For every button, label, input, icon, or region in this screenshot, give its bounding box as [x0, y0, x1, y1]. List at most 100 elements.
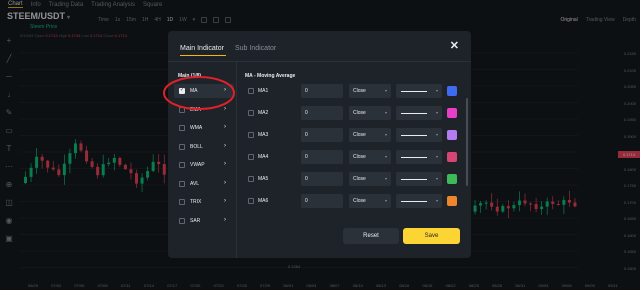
checkbox[interactable]	[248, 176, 254, 182]
line-style-preview	[401, 157, 427, 158]
chevron-down-icon: ▾	[384, 176, 387, 181]
color-swatch[interactable]	[447, 108, 457, 118]
indicator-list: Main (1/8) MA›EMA›WMA›BOLL›VWAP›AVL›TRIX…	[168, 62, 236, 258]
checkbox[interactable]	[248, 198, 254, 204]
ma-period-input[interactable]: 0	[301, 150, 343, 164]
ma-source-value: Close	[353, 110, 366, 116]
close-icon[interactable]: ✕	[450, 41, 459, 52]
color-swatch[interactable]	[447, 86, 457, 96]
chevron-down-icon: ▾	[435, 88, 438, 93]
ma-period-input[interactable]: 0	[301, 84, 343, 98]
line-style-select[interactable]: ▾	[396, 84, 442, 98]
indicator-item-vwap[interactable]: VWAP ›	[174, 158, 234, 172]
ma-period-input[interactable]: 0	[301, 194, 343, 208]
ma-source-select[interactable]: Close ▾	[349, 172, 391, 186]
chevron-down-icon: ▾	[435, 176, 438, 181]
chevron-right-icon: ›	[224, 179, 226, 186]
line-style-preview	[401, 113, 427, 114]
checkbox[interactable]	[179, 143, 185, 150]
ma-source-value: Close	[353, 132, 366, 138]
indicator-item-trix[interactable]: TRIX ›	[174, 195, 234, 209]
chevron-right-icon: ›	[224, 142, 226, 149]
chevron-right-icon: ›	[224, 87, 226, 93]
indicator-item-sar[interactable]: SAR ›	[174, 214, 234, 228]
tab-main-indicator[interactable]: Main Indicator	[180, 45, 224, 52]
ma-label: MA5	[258, 176, 269, 182]
ma-row-ma6: MA6 0 Close ▾ ▾	[245, 194, 459, 208]
line-style-select[interactable]: ▾	[396, 194, 442, 208]
ma-label: MA4	[258, 154, 269, 160]
indicator-item-wma[interactable]: WMA ›	[174, 121, 234, 135]
indicator-item-label: AVL	[190, 180, 200, 187]
checkbox[interactable]	[179, 106, 185, 113]
checkbox[interactable]	[248, 154, 254, 160]
ma-source-select[interactable]: Close ▾	[349, 128, 391, 142]
color-swatch[interactable]	[447, 174, 457, 184]
reset-button[interactable]: Reset	[343, 228, 399, 244]
ma-period-input[interactable]: 0	[301, 128, 343, 142]
checkbox[interactable]	[179, 180, 185, 187]
chevron-down-icon: ▾	[435, 110, 438, 115]
line-style-select[interactable]: ▾	[396, 128, 442, 142]
save-button[interactable]: Save	[403, 228, 460, 244]
chevron-right-icon: ›	[224, 105, 226, 112]
chevron-down-icon: ▾	[384, 198, 387, 203]
indicator-item-label: MA	[190, 88, 198, 94]
line-style-preview	[401, 179, 427, 180]
color-swatch[interactable]	[447, 130, 457, 140]
indicator-item-label: BOLL	[190, 143, 203, 150]
checkbox[interactable]	[248, 132, 254, 138]
ma-source-value: Close	[353, 154, 366, 160]
indicator-item-label: EMA	[190, 106, 201, 113]
indicator-item-boll[interactable]: BOLL ›	[174, 140, 234, 154]
checkbox[interactable]	[248, 88, 254, 94]
ma-source-select[interactable]: Close ▾	[349, 84, 391, 98]
color-swatch[interactable]	[447, 152, 457, 162]
chevron-down-icon: ▾	[435, 154, 438, 159]
checkbox[interactable]	[179, 162, 185, 168]
settings-scrollbar[interactable]	[466, 98, 468, 186]
ma-label: MA3	[258, 132, 269, 138]
chevron-down-icon: ▾	[384, 154, 387, 159]
indicator-list-heading: Main (1/8)	[178, 73, 202, 79]
checkbox[interactable]	[179, 217, 185, 224]
ma-source-select[interactable]: Close ▾	[349, 106, 391, 120]
ma-row-ma1: MA1 0 Close ▾ ▾	[245, 84, 459, 98]
line-style-select[interactable]: ▾	[396, 106, 442, 120]
checkbox[interactable]	[248, 110, 254, 116]
indicator-item-label: TRIX	[190, 199, 202, 205]
indicator-modal: Main Indicator Sub Indicator ✕ Main (1/8…	[168, 31, 471, 258]
indicator-item-label: SAR	[190, 217, 201, 224]
chevron-down-icon: ▾	[384, 88, 387, 93]
ma-source-select[interactable]: Close ▾	[349, 194, 391, 208]
checkbox[interactable]	[179, 125, 185, 131]
ma-row-ma3: MA3 0 Close ▾ ▾	[245, 128, 459, 142]
ma-label: MA6	[258, 198, 269, 204]
indicator-item-ema[interactable]: EMA ›	[174, 103, 234, 117]
indicator-item-avl[interactable]: AVL ›	[174, 177, 234, 191]
chevron-down-icon: ▾	[384, 110, 387, 115]
chevron-right-icon: ›	[224, 124, 226, 130]
chevron-down-icon: ▾	[435, 132, 438, 137]
ma-source-select[interactable]: Close ▾	[349, 150, 391, 164]
ma-period-input[interactable]: 0	[301, 172, 343, 186]
checkbox[interactable]	[179, 87, 185, 94]
line-style-select[interactable]: ▾	[396, 150, 442, 164]
checkbox[interactable]	[179, 199, 185, 205]
ma-period-input[interactable]: 0	[301, 106, 343, 120]
line-style-preview	[401, 201, 427, 202]
color-swatch[interactable]	[447, 196, 457, 206]
chevron-right-icon: ›	[224, 198, 226, 204]
indicator-item-label: VWAP	[190, 162, 205, 168]
line-style-select[interactable]: ▾	[396, 172, 442, 186]
chevron-right-icon: ›	[224, 216, 226, 223]
ma-label: MA1	[258, 88, 269, 94]
chevron-down-icon: ▾	[435, 198, 438, 203]
indicator-item-label: WMA	[190, 125, 203, 131]
ma-row-ma4: MA4 0 Close ▾ ▾	[245, 150, 459, 164]
trading-page: Chart Info Trading Data Trading Analysis…	[0, 0, 640, 290]
indicator-item-ma[interactable]: MA ›	[174, 84, 234, 98]
line-style-preview	[401, 91, 427, 92]
tab-sub-indicator[interactable]: Sub Indicator	[235, 45, 276, 52]
line-style-preview	[401, 135, 427, 136]
